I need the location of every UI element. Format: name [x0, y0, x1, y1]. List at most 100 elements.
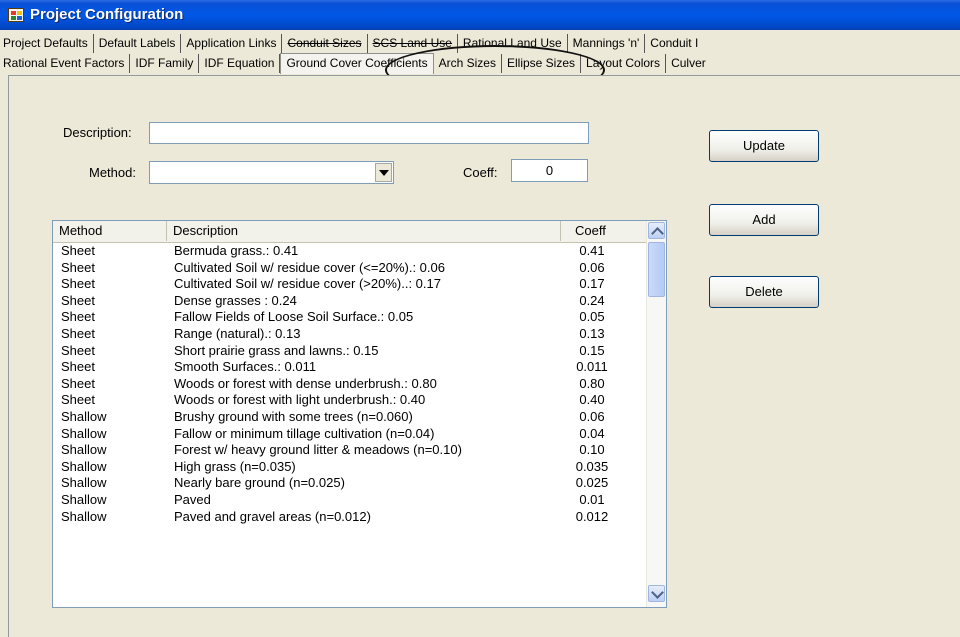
row-coeff: 0.80 [579, 375, 605, 391]
row-method: Shallow [61, 458, 107, 474]
row-coeff: 0.01 [579, 491, 605, 507]
row-coeff: 0.06 [579, 259, 605, 275]
tab-culver-more[interactable]: Culver [666, 54, 711, 73]
row-method: Shallow [61, 408, 107, 424]
row-method: Sheet [61, 243, 95, 258]
table-header: Method Description Coeff [53, 221, 648, 243]
row-coeff: 0.012 [575, 508, 609, 524]
tab-row-1: Project Defaults Default Labels Applicatio… [0, 33, 960, 54]
row-coeff: 0.10 [579, 442, 605, 458]
row-coeff: 0.17 [579, 276, 605, 292]
delete-button[interactable]: Delete [709, 276, 819, 308]
header-description[interactable]: Description [167, 221, 561, 241]
table-row[interactable]: Sheet Cultivated Soil w/ residue cover (<… [53, 260, 648, 277]
table-row[interactable]: Sheet Cultivated Soil w/ residue cover (>… [53, 276, 648, 293]
row-description: Brushy ground with some trees (n=0.060) [174, 408, 413, 424]
row-description: Short prairie grass and lawns.: 0.15 [174, 342, 379, 358]
scroll-thumb[interactable] [648, 242, 665, 297]
tab-ellipse-sizes[interactable]: Ellipse Sizes [502, 54, 582, 73]
chevron-up-icon [651, 227, 664, 240]
table-row[interactable]: Sheet Bermuda grass.: 0.41 0.41 [53, 243, 648, 260]
table-row[interactable]: Shallow High grass (n=0.035) 0.035 [53, 459, 648, 476]
table-row[interactable]: Sheet Smooth Surfaces.: 0.011 0.011 [53, 359, 648, 376]
row-coeff: 0.24 [579, 292, 605, 308]
header-coeff[interactable]: Coeff [561, 221, 648, 241]
table-row[interactable]: Sheet Woods or forest with light underbru… [53, 392, 648, 409]
table-row[interactable]: Shallow Paved and gravel areas (n=0.012) 0… [53, 509, 648, 526]
tab-rational-event-factors[interactable]: Rational Event Factors [0, 54, 131, 73]
row-coeff: 0.40 [579, 392, 605, 408]
row-method: Shallow [61, 475, 107, 491]
table-row[interactable]: Shallow Nearly bare ground (n=0.025) 0.025 [53, 475, 648, 492]
row-description: Nearly bare ground (n=0.025) [174, 475, 345, 491]
row-coeff: 0.025 [575, 475, 609, 491]
tab-ground-cover-coefficients[interactable]: Ground Cover Coefficients [280, 53, 434, 74]
table-row[interactable]: Shallow Brushy ground with some trees (n=… [53, 409, 648, 426]
tab-arch-sizes[interactable]: Arch Sizes [434, 54, 502, 73]
row-description: Bermuda grass.: 0.41 [174, 243, 299, 258]
table-row[interactable]: Sheet Short prairie grass and lawns.: 0.1… [53, 343, 648, 360]
method-select[interactable] [149, 161, 394, 184]
tab-layout-colors[interactable]: Layout Colors [581, 54, 667, 73]
row-coeff: 0.15 [579, 342, 605, 358]
row-method: Sheet [61, 325, 95, 341]
update-button[interactable]: Update [709, 130, 819, 162]
vertical-scrollbar[interactable] [646, 221, 666, 607]
header-method[interactable]: Method [53, 221, 167, 241]
row-method: Sheet [61, 259, 95, 275]
row-coeff: 0.05 [579, 309, 605, 325]
row-description: Paved and gravel areas (n=0.012) [174, 508, 371, 524]
row-description: Range (natural).: 0.13 [174, 325, 301, 341]
row-description: Cultivated Soil w/ residue cover (<=20%)… [174, 259, 445, 275]
table-body: Sheet Bermuda grass.: 0.41 0.41 Sheet Cultiv… [53, 243, 648, 525]
tab-scs-land-use[interactable]: SCS Land Use [368, 34, 458, 53]
row-description: Fallow or minimum tillage cultivation (n… [174, 425, 435, 441]
description-label: Description: [63, 125, 132, 140]
row-description: Woods or forest with dense underbrush.: … [174, 375, 437, 391]
row-method: Shallow [61, 442, 107, 458]
table-row[interactable]: Shallow Forest w/ heavy ground litter & m… [53, 442, 648, 459]
row-description: Woods or forest with light underbrush.: … [174, 392, 426, 408]
row-method: Sheet [61, 375, 95, 391]
row-description: Fallow Fields of Loose Soil Surface.: 0.… [174, 309, 414, 325]
tab-conduit-sizes[interactable]: Conduit Sizes [282, 34, 368, 53]
coeff-input[interactable]: 0 [511, 159, 588, 182]
row-method: Shallow [61, 508, 107, 524]
tab-idf-family[interactable]: IDF Family [130, 54, 200, 73]
tab-row-2: Rational Event Factors IDF Family IDF Equa… [0, 53, 960, 74]
table-row[interactable]: Sheet Range (natural).: 0.13 0.13 [53, 326, 648, 343]
chevron-down-icon[interactable] [375, 163, 392, 182]
description-input[interactable] [149, 122, 589, 144]
row-method: Sheet [61, 292, 95, 308]
scroll-up-button[interactable] [648, 222, 665, 240]
tab-project-defaults[interactable]: Project Defaults [0, 34, 94, 53]
coeff-label: Coeff: [463, 165, 498, 180]
add-button[interactable]: Add [709, 204, 819, 236]
row-coeff: 0.04 [579, 425, 605, 441]
row-description: Forest w/ heavy ground litter & meadows … [174, 442, 462, 458]
tab-default-labels[interactable]: Default Labels [94, 34, 182, 53]
coefficients-table[interactable]: Method Description Coeff Sheet Bermuda gr… [52, 220, 667, 608]
row-description: Paved [174, 491, 211, 507]
table-row[interactable]: Sheet Dense grasses : 0.24 0.24 [53, 293, 648, 310]
tab-rational-land-use[interactable]: Rational Land Use [458, 34, 568, 53]
table-row[interactable]: Shallow Fallow or minimum tillage cultiva… [53, 426, 648, 443]
row-coeff: 0.13 [579, 325, 605, 341]
tab-conduit-more[interactable]: Conduit I [645, 34, 703, 53]
row-method: Sheet [61, 392, 95, 408]
row-method: Shallow [61, 491, 107, 507]
row-method: Sheet [61, 359, 95, 375]
row-coeff: 0.035 [575, 458, 609, 474]
title-bar: Project Configuration [0, 0, 960, 30]
row-method: Sheet [61, 276, 95, 292]
tab-mannings-n[interactable]: Mannings 'n' [568, 34, 646, 53]
tab-application-links[interactable]: Application Links [181, 34, 283, 53]
row-description: Cultivated Soil w/ residue cover (>20%).… [174, 276, 441, 292]
table-row[interactable]: Sheet Woods or forest with dense underbru… [53, 376, 648, 393]
row-description: High grass (n=0.035) [174, 458, 296, 474]
table-row[interactable]: Sheet Fallow Fields of Loose Soil Surface… [53, 309, 648, 326]
table-row[interactable]: Shallow Paved 0.01 [53, 492, 648, 509]
scroll-down-button[interactable] [648, 585, 665, 602]
method-label: Method: [89, 165, 136, 180]
tab-idf-equation[interactable]: IDF Equation [199, 54, 281, 73]
